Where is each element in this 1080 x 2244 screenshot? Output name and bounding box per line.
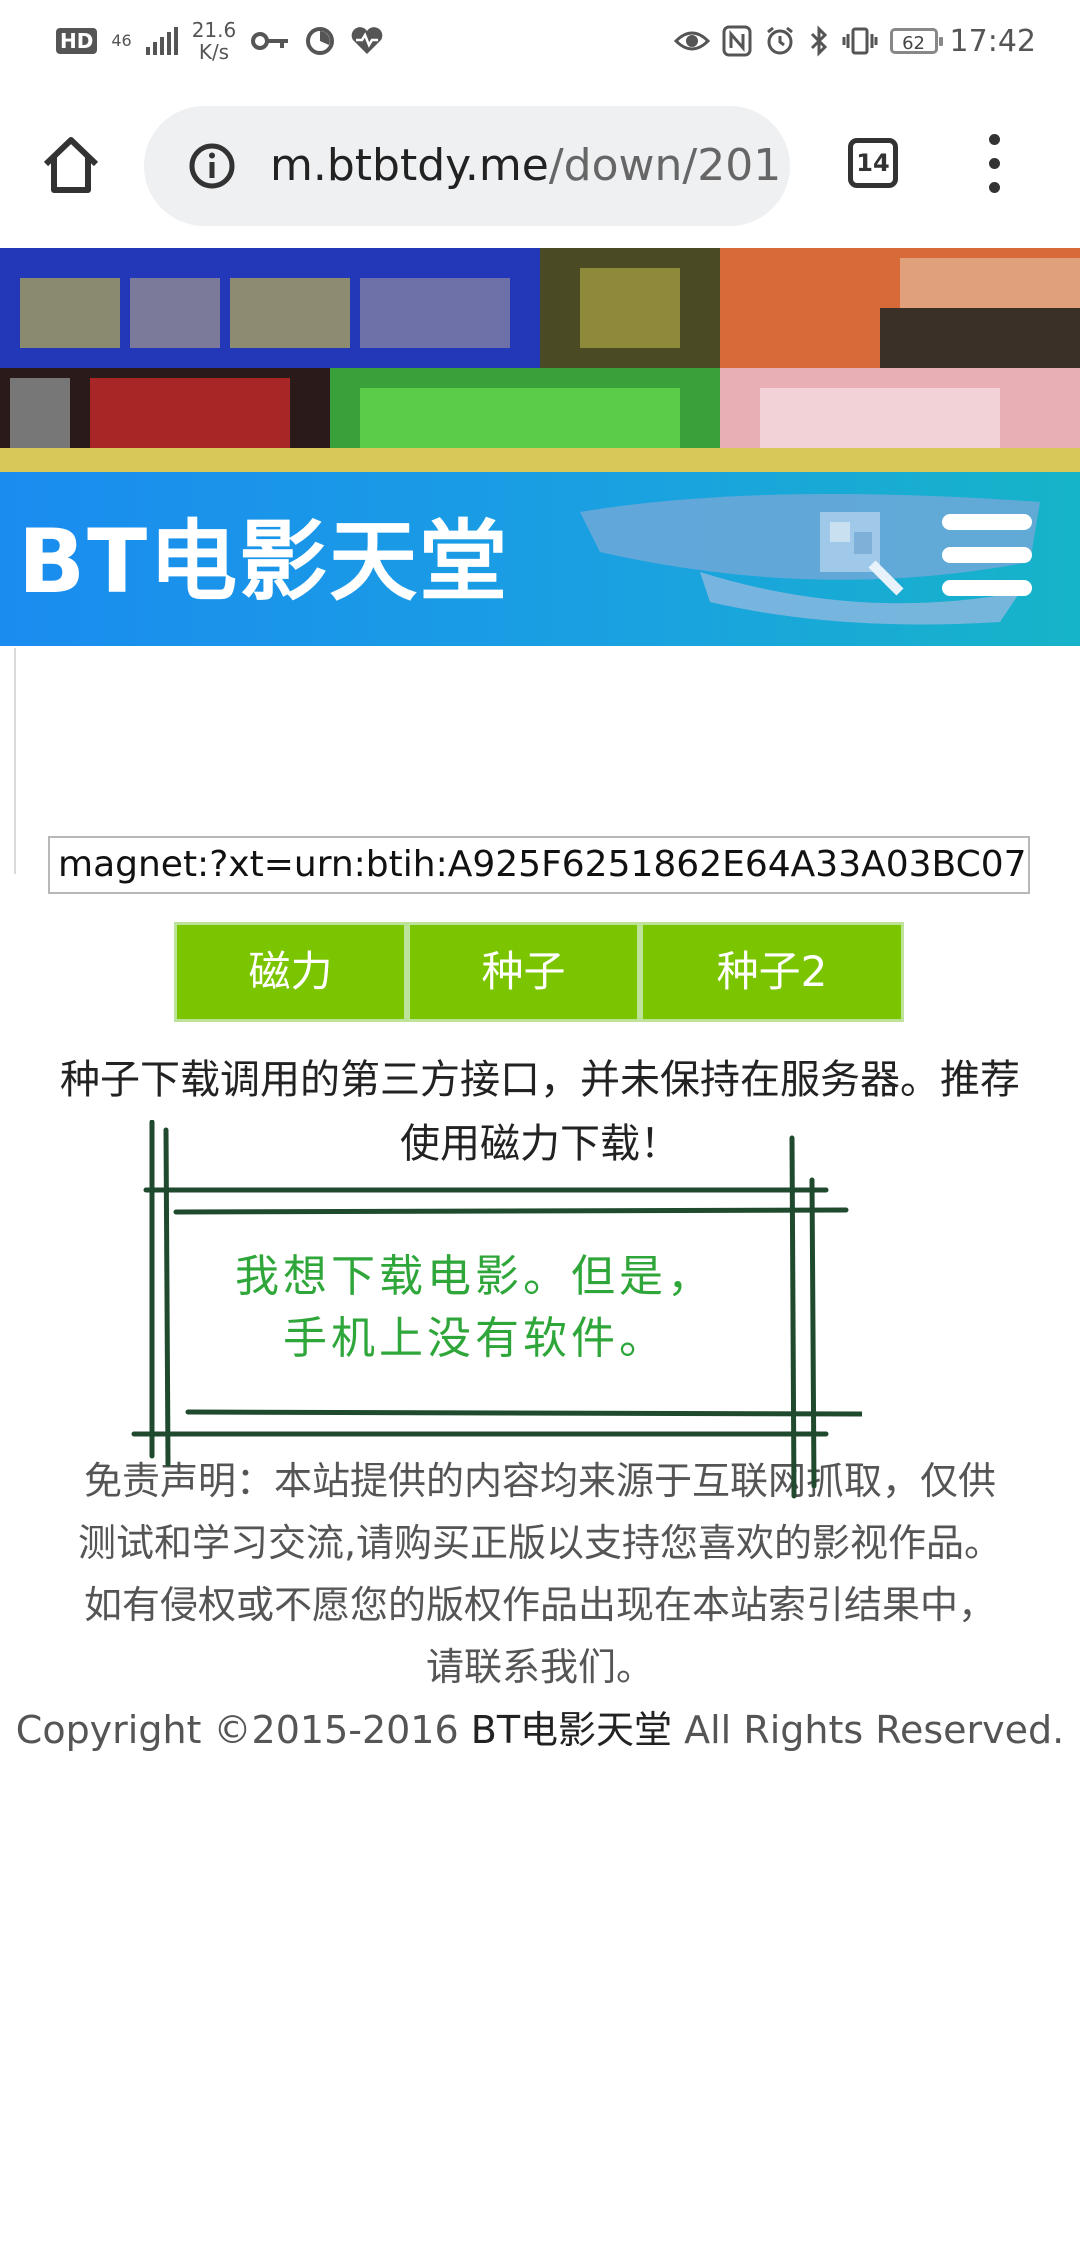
divider	[14, 648, 16, 874]
home-icon[interactable]	[38, 132, 104, 198]
magnet-button[interactable]: 磁力	[177, 925, 404, 1019]
url-text[interactable]: m.btbtdy.me/down/201	[270, 136, 781, 196]
tab-switcher-button[interactable]: 14	[848, 138, 898, 188]
chalk-message: 我想下载电影。但是， 手机上没有软件。	[180, 1246, 770, 1370]
network-type: 46	[111, 31, 132, 50]
signal-icon	[145, 27, 178, 55]
site-logo[interactable]: BT电影天堂	[18, 512, 509, 612]
url-host: m.btbtdy.me	[270, 140, 549, 191]
notice-line-1: 种子下载调用的第三方接口，并未保持在服务器。推荐	[60, 1057, 1020, 1103]
magnet-link-field[interactable]: magnet:?xt=urn:btih:A925F6251862E64A33A0…	[48, 836, 1030, 894]
disclaimer-line-2: 测试和学习交流,请购买正版以支持您喜欢的影视作品。	[77, 1521, 1003, 1565]
speed-value: 21.6	[191, 18, 237, 42]
torrent2-button[interactable]: 种子2	[643, 925, 901, 1019]
timer-icon	[306, 27, 335, 55]
health-icon	[351, 27, 383, 54]
disclaimer-line-4: 请联系我们。	[425, 1645, 654, 1689]
pixelated-ad-banner[interactable]	[0, 248, 1080, 472]
clock: 17:42	[949, 23, 1036, 59]
more-menu-icon[interactable]	[975, 134, 1015, 194]
key-icon	[251, 32, 289, 50]
copyright-prefix: Copyright ©2015-2016	[15, 1708, 471, 1752]
bluetooth-icon	[810, 25, 827, 57]
copyright-brand: BT电影天堂	[470, 1708, 673, 1752]
search-icon[interactable]	[810, 502, 910, 602]
download-button-group: 磁力 种子 种子2	[174, 922, 904, 1022]
status-right: 62 17:42	[673, 14, 1036, 68]
nfc-icon	[722, 25, 752, 57]
disclaimer-line-3: 如有侵权或不愿您的版权作品出现在本站索引结果中，	[83, 1583, 996, 1627]
alarm-icon	[766, 26, 793, 55]
eye-icon	[673, 31, 710, 51]
url-path: /down/201	[548, 140, 782, 191]
copyright: Copyright ©2015-2016 BT电影天堂 All Rights R…	[0, 1700, 1080, 1760]
torrent-button[interactable]: 种子	[410, 925, 637, 1019]
menu-icon[interactable]	[942, 510, 1032, 600]
vibrate-icon	[842, 27, 878, 55]
copyright-suffix: All Rights Reserved.	[672, 1708, 1065, 1752]
hd-icon: HD	[56, 28, 98, 54]
address-bar[interactable]: m.btbtdy.me/down/201	[144, 106, 790, 226]
battery-icon: 62	[889, 28, 943, 54]
info-icon[interactable]	[188, 142, 236, 190]
browser-toolbar: m.btbtdy.me/down/201 14	[0, 90, 1080, 240]
status-left: HD 46 21.6 K/s	[56, 14, 384, 68]
network-speed: 21.6 K/s	[192, 19, 237, 63]
speed-unit: K/s	[198, 40, 230, 64]
chalk-line-2: 手机上没有软件。	[283, 1313, 667, 1364]
chalk-line-1: 我想下载电影。但是，	[235, 1251, 715, 1302]
site-header: BT电影天堂	[0, 472, 1080, 646]
status-bar: HD 46 21.6 K/s 62 17:42	[0, 0, 1080, 82]
